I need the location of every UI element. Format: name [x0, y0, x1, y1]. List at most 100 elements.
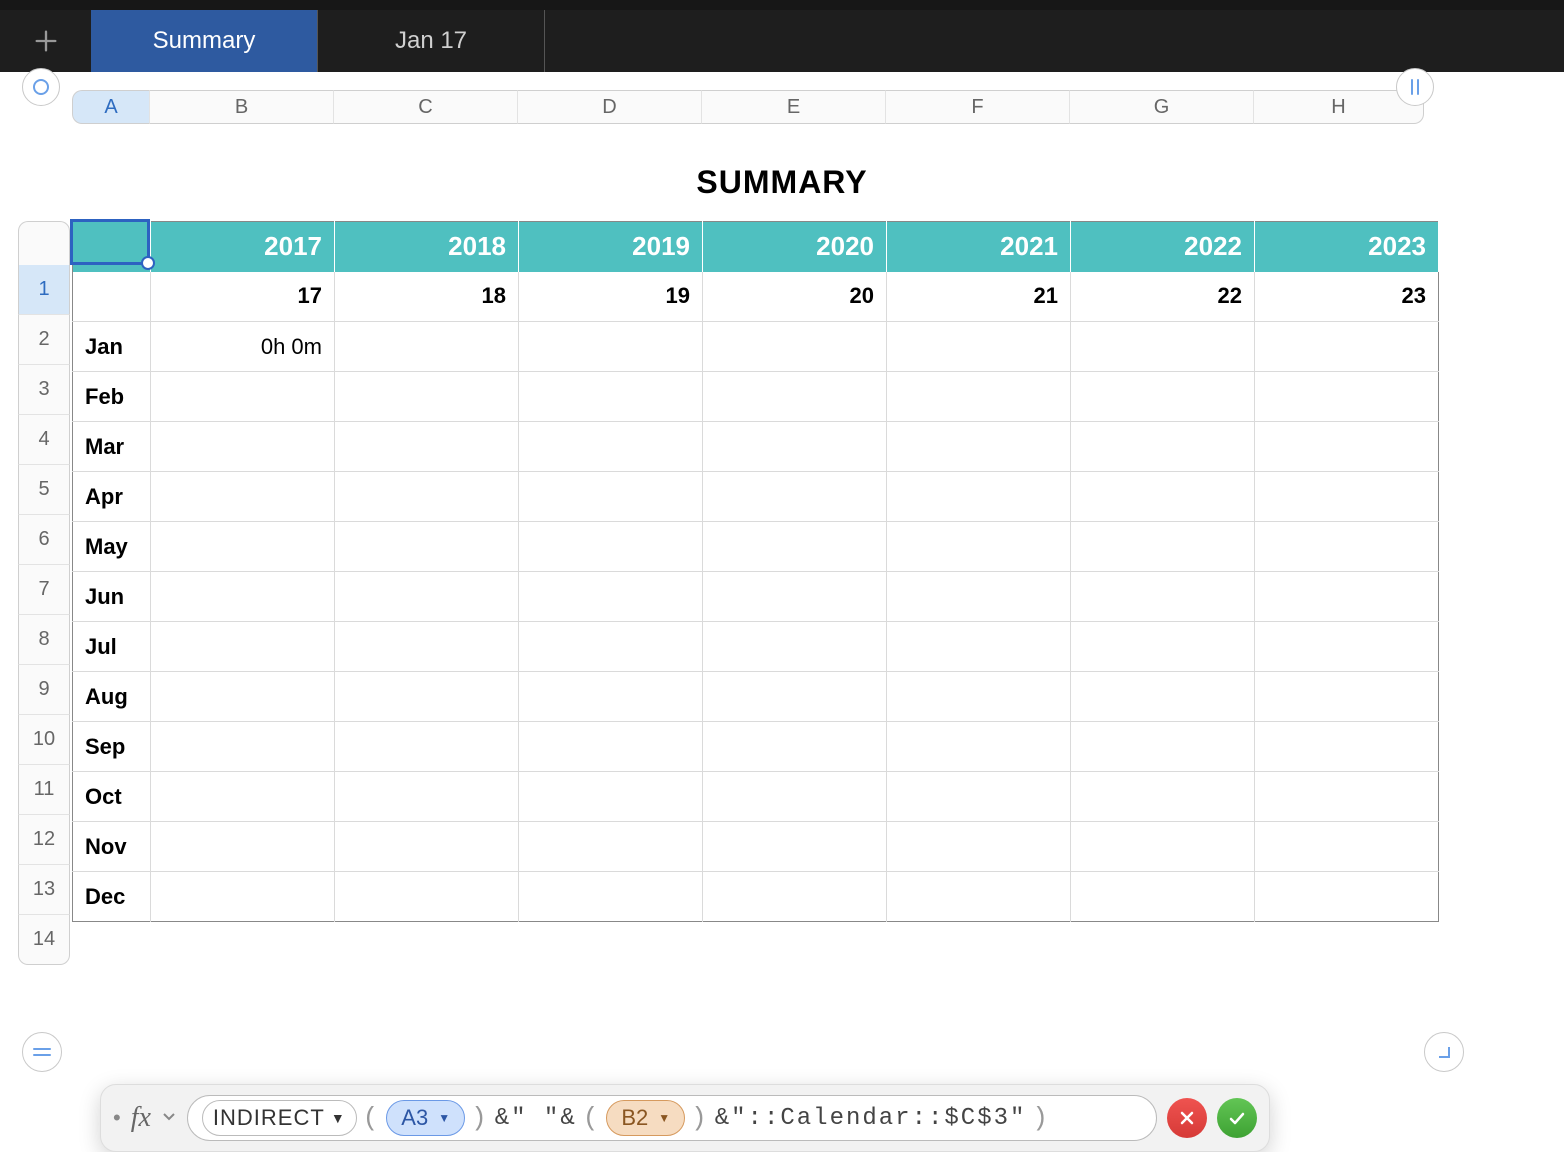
cell-A13[interactable]: Nov	[73, 822, 151, 872]
column-header-C[interactable]: C	[334, 90, 518, 124]
cell-F3[interactable]	[887, 322, 1071, 372]
cell-A1[interactable]	[73, 222, 151, 272]
cell-D6[interactable]	[519, 472, 703, 522]
cell-G2[interactable]: 22	[1071, 272, 1255, 322]
add-sheet-button[interactable]	[0, 10, 91, 72]
cell-F5[interactable]	[887, 422, 1071, 472]
cell-H11[interactable]	[1255, 722, 1439, 772]
row-header-10[interactable]: 10	[18, 715, 70, 765]
cell-F2[interactable]: 21	[887, 272, 1071, 322]
cell-E4[interactable]	[703, 372, 887, 422]
cell-B6[interactable]	[151, 472, 335, 522]
cell-G5[interactable]	[1071, 422, 1255, 472]
cell-C1[interactable]: 2018	[335, 222, 519, 272]
cell-F1[interactable]: 2021	[887, 222, 1071, 272]
cell-H4[interactable]	[1255, 372, 1439, 422]
row-header-12[interactable]: 12	[18, 815, 70, 865]
cancel-formula-button[interactable]	[1167, 1098, 1207, 1138]
row-header-6[interactable]: 6	[18, 515, 70, 565]
cell-A2[interactable]	[73, 272, 151, 322]
cell-D2[interactable]: 19	[519, 272, 703, 322]
cell-H6[interactable]	[1255, 472, 1439, 522]
cell-A4[interactable]: Feb	[73, 372, 151, 422]
cell-C9[interactable]	[335, 622, 519, 672]
row-header-13[interactable]: 13	[18, 865, 70, 915]
cell-G1[interactable]: 2022	[1071, 222, 1255, 272]
cell-F8[interactable]	[887, 572, 1071, 622]
cell-G6[interactable]	[1071, 472, 1255, 522]
cell-H12[interactable]	[1255, 772, 1439, 822]
cell-B3[interactable]: 0h 0m	[151, 322, 335, 372]
cell-B8[interactable]	[151, 572, 335, 622]
cell-A5[interactable]: Mar	[73, 422, 151, 472]
cell-B14[interactable]	[151, 872, 335, 922]
row-header-1[interactable]: 1	[18, 265, 70, 315]
row-header-2[interactable]: 2	[18, 315, 70, 365]
resize-table-handle[interactable]	[1424, 1032, 1464, 1072]
cell-E10[interactable]	[703, 672, 887, 722]
cell-G14[interactable]	[1071, 872, 1255, 922]
column-header-F[interactable]: F	[886, 90, 1070, 124]
cell-C6[interactable]	[335, 472, 519, 522]
cell-E2[interactable]: 20	[703, 272, 887, 322]
cell-E7[interactable]	[703, 522, 887, 572]
cell-F6[interactable]	[887, 472, 1071, 522]
cell-D13[interactable]	[519, 822, 703, 872]
cell-C11[interactable]	[335, 722, 519, 772]
cell-A3[interactable]: Jan	[73, 322, 151, 372]
cell-H3[interactable]	[1255, 322, 1439, 372]
formula-input[interactable]: INDIRECT▼ ( A3▼ ) &" "& ( B2▼ ) &"::Cale…	[187, 1095, 1157, 1141]
cell-A8[interactable]: Jun	[73, 572, 151, 622]
cell-G3[interactable]	[1071, 322, 1255, 372]
cell-C13[interactable]	[335, 822, 519, 872]
cell-D8[interactable]	[519, 572, 703, 622]
cell-C8[interactable]	[335, 572, 519, 622]
column-header-A[interactable]: A	[72, 90, 150, 124]
cell-G12[interactable]	[1071, 772, 1255, 822]
cell-H2[interactable]: 23	[1255, 272, 1439, 322]
column-header-B[interactable]: B	[150, 90, 334, 124]
row-header-5[interactable]: 5	[18, 465, 70, 515]
cell-G9[interactable]	[1071, 622, 1255, 672]
cell-A7[interactable]: May	[73, 522, 151, 572]
cell-E6[interactable]	[703, 472, 887, 522]
cell-G8[interactable]	[1071, 572, 1255, 622]
cell-C2[interactable]: 18	[335, 272, 519, 322]
cell-C3[interactable]	[335, 322, 519, 372]
cell-E11[interactable]	[703, 722, 887, 772]
cell-C5[interactable]	[335, 422, 519, 472]
row-header-blank[interactable]	[18, 221, 70, 265]
confirm-formula-button[interactable]	[1217, 1098, 1257, 1138]
cell-E3[interactable]	[703, 322, 887, 372]
cell-H7[interactable]	[1255, 522, 1439, 572]
cell-F13[interactable]	[887, 822, 1071, 872]
column-header-E[interactable]: E	[702, 90, 886, 124]
cell-C10[interactable]	[335, 672, 519, 722]
cell-C7[interactable]	[335, 522, 519, 572]
row-header-9[interactable]: 9	[18, 665, 70, 715]
cell-B10[interactable]	[151, 672, 335, 722]
cell-E9[interactable]	[703, 622, 887, 672]
cell-B2[interactable]: 17	[151, 272, 335, 322]
cell-E12[interactable]	[703, 772, 887, 822]
cell-G11[interactable]	[1071, 722, 1255, 772]
add-row-handle[interactable]	[22, 1032, 62, 1072]
tab-jan17[interactable]: Jan 17	[318, 10, 545, 72]
cell-A6[interactable]: Apr	[73, 472, 151, 522]
cell-B13[interactable]	[151, 822, 335, 872]
cell-H10[interactable]	[1255, 672, 1439, 722]
cell-H9[interactable]	[1255, 622, 1439, 672]
cell-D3[interactable]	[519, 322, 703, 372]
row-header-8[interactable]: 8	[18, 615, 70, 665]
column-header-G[interactable]: G	[1070, 90, 1254, 124]
cell-D7[interactable]	[519, 522, 703, 572]
cell-B11[interactable]	[151, 722, 335, 772]
cell-D9[interactable]	[519, 622, 703, 672]
cell-D10[interactable]	[519, 672, 703, 722]
cell-D12[interactable]	[519, 772, 703, 822]
row-header-7[interactable]: 7	[18, 565, 70, 615]
cell-G10[interactable]	[1071, 672, 1255, 722]
cell-D4[interactable]	[519, 372, 703, 422]
cell-D11[interactable]	[519, 722, 703, 772]
cell-E1[interactable]: 2020	[703, 222, 887, 272]
